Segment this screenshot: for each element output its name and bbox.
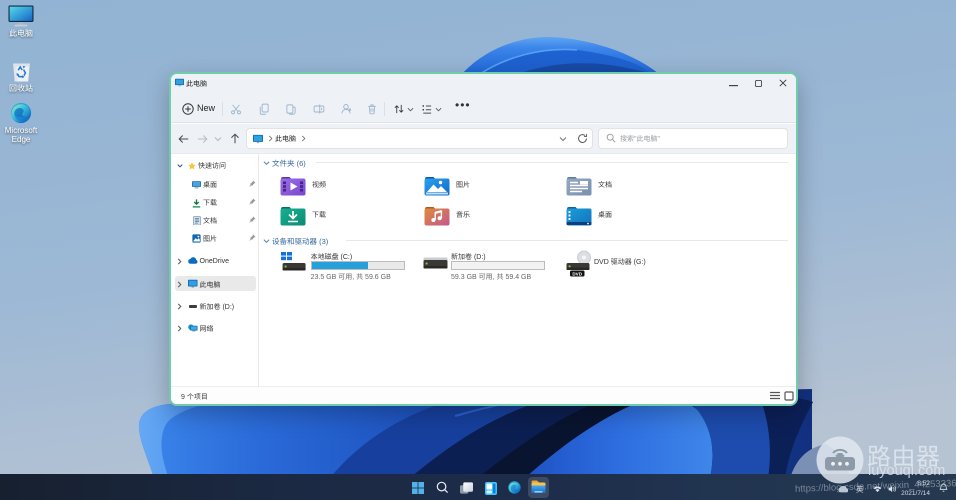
svg-text:DVD: DVD xyxy=(572,271,582,276)
